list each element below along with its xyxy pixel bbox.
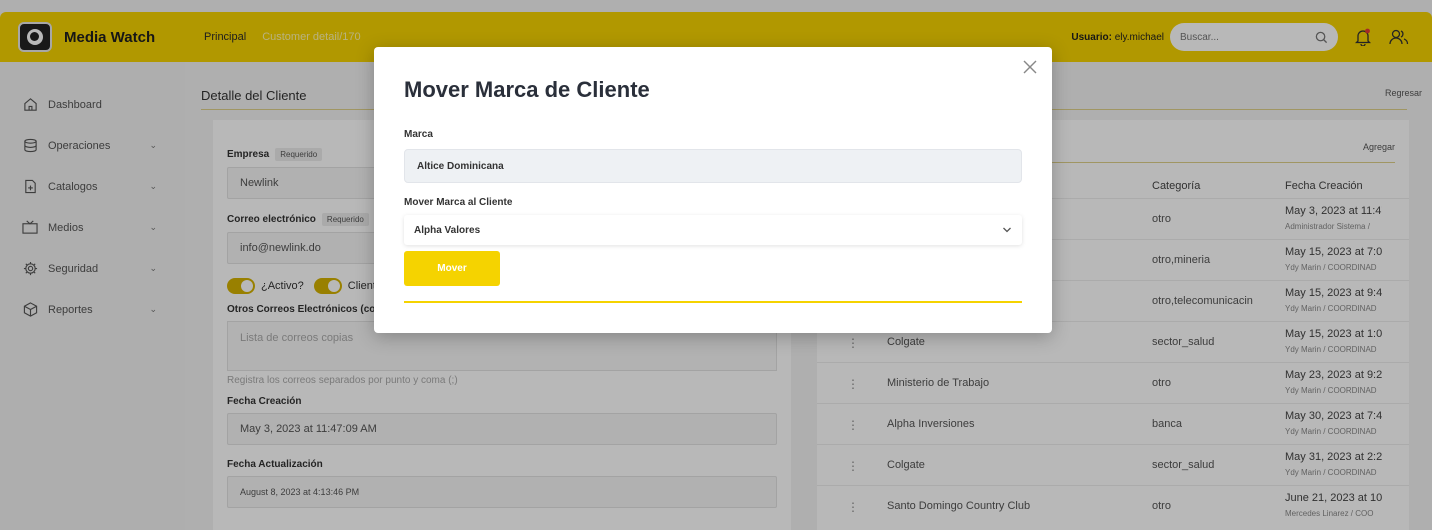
modal-divider [404, 301, 1022, 303]
brand-label: Marca [404, 129, 433, 140]
target-client-select[interactable]: Alpha Valores [404, 215, 1022, 245]
target-client-label: Mover Marca al Cliente [404, 197, 513, 208]
close-icon[interactable] [1020, 57, 1040, 77]
target-client-value: Alpha Valores [414, 224, 481, 236]
chevron-down-icon [1003, 227, 1011, 233]
modal-title: Mover Marca de Cliente [404, 77, 650, 102]
brand-field: Altice Dominicana [404, 149, 1022, 183]
move-button[interactable]: Mover [404, 251, 500, 286]
move-brand-modal: Mover Marca de Cliente Marca Altice Domi… [374, 47, 1052, 333]
